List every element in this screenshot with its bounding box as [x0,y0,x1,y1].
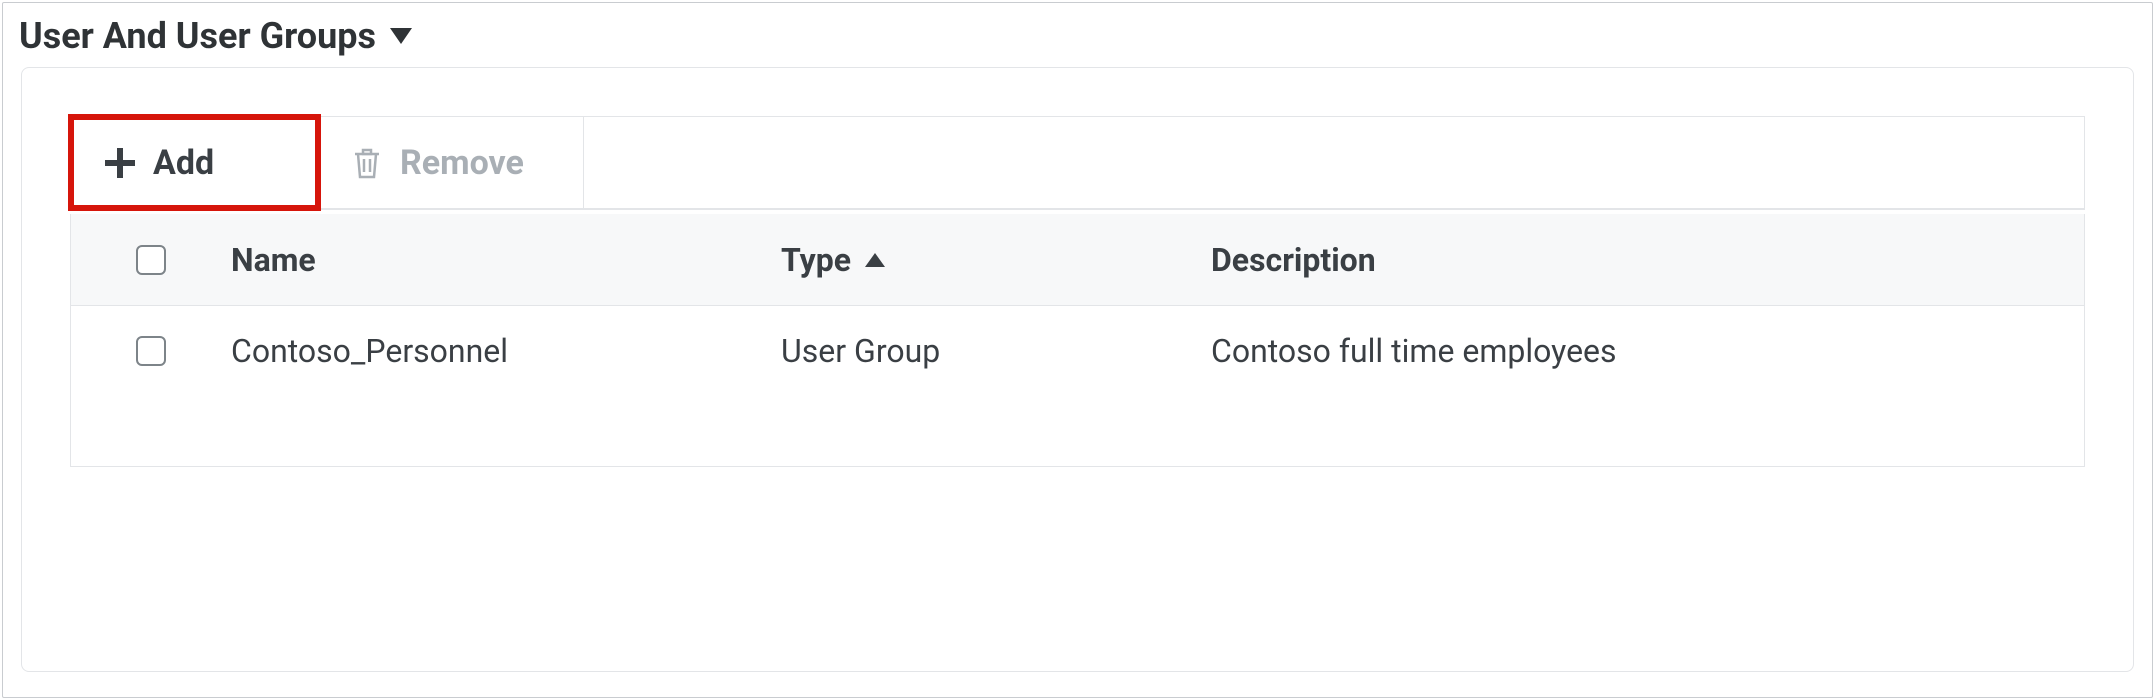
caret-down-icon [390,28,412,44]
plus-icon [105,148,135,178]
trash-icon [352,146,382,180]
select-all-checkbox[interactable] [136,245,166,275]
add-button-label: Add [153,143,214,183]
table: Name Type Description Contoso_Personnel [70,214,2085,467]
section-title: User And User Groups [19,15,376,57]
remove-button-label: Remove [400,143,524,183]
section-header[interactable]: User And User Groups [5,5,2150,67]
sort-asc-icon [865,253,885,267]
table-empty-space [71,396,2084,466]
table-row[interactable]: Contoso_Personnel User Group Contoso ful… [71,306,2084,396]
cell-description: Contoso full time employees [1211,332,2084,370]
column-header-type[interactable]: Type [781,241,1211,279]
remove-button[interactable]: Remove [318,117,584,208]
panel: Add Remove [21,67,2134,672]
section-container: User And User Groups Add [2,2,2153,698]
toolbar: Add Remove [70,116,2085,210]
table-header-row: Name Type Description [71,214,2084,306]
column-header-name[interactable]: Name [231,241,781,279]
column-header-description[interactable]: Description [1211,241,2084,279]
cell-name: Contoso_Personnel [231,332,781,370]
add-button[interactable]: Add [71,117,318,208]
cell-type: User Group [781,332,1211,370]
row-checkbox[interactable] [136,336,166,366]
